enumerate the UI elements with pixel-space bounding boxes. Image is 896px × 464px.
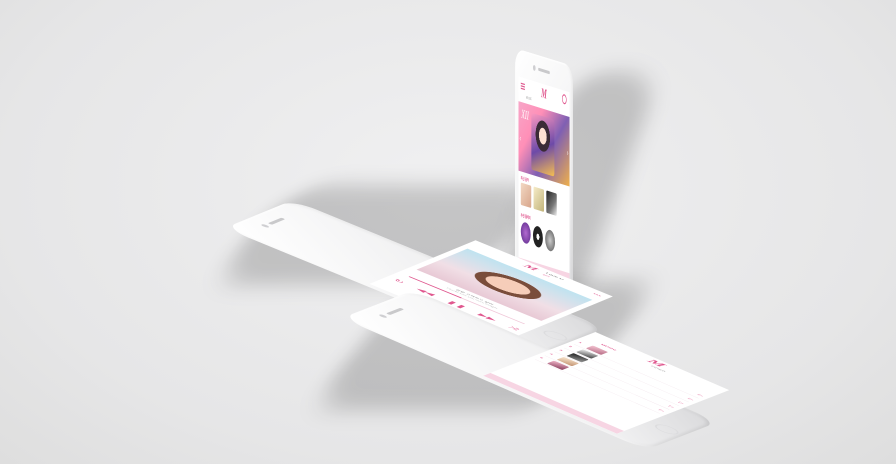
menu-icon[interactable] xyxy=(520,82,525,91)
rank: 3 xyxy=(558,349,563,352)
search-icon[interactable] xyxy=(561,93,567,105)
play-icon[interactable]: ▷ xyxy=(687,398,695,401)
banner-artwork xyxy=(531,112,555,177)
section-title-recommend: 추천 플레이 xyxy=(520,213,531,221)
playlist-circle[interactable] xyxy=(520,220,531,246)
more-icon[interactable]: ••• xyxy=(592,293,603,297)
play-icon[interactable]: ▷ xyxy=(697,394,705,397)
rank: 5 xyxy=(538,356,544,359)
banner-badge: XII xyxy=(521,107,529,123)
play-icon[interactable]: ▷ xyxy=(678,401,686,404)
chevron-left-icon[interactable]: ‹ xyxy=(520,133,521,143)
rank: 4 xyxy=(548,353,554,356)
play-icon[interactable]: ▷ xyxy=(668,405,676,408)
recommend-row xyxy=(520,220,567,256)
album-thumb[interactable] xyxy=(533,186,544,212)
album-thumb[interactable] xyxy=(520,182,532,209)
home-screen: M MUSIC XII ‹ › 최신 음악 추천 플레이 xyxy=(518,76,570,286)
chevron-right-icon[interactable]: › xyxy=(567,147,568,157)
rank: 1 xyxy=(577,341,583,344)
featured-banner[interactable]: XII ‹ › xyxy=(518,101,570,187)
app-logo: M xyxy=(541,84,547,102)
play-icon[interactable]: ▷ xyxy=(658,409,666,412)
playlist-circle[interactable] xyxy=(532,224,543,249)
repeat-icon[interactable]: ↻ xyxy=(392,278,407,284)
tab-3[interactable] xyxy=(699,387,701,388)
camera xyxy=(532,64,536,72)
album-thumb[interactable] xyxy=(546,190,557,216)
rank: 2 xyxy=(567,345,573,348)
playlist-circle[interactable] xyxy=(545,228,556,253)
mockup-scene: M MUSIC XII ‹ › 최신 음악 추천 플레이 M Love U 청하… xyxy=(0,0,896,464)
